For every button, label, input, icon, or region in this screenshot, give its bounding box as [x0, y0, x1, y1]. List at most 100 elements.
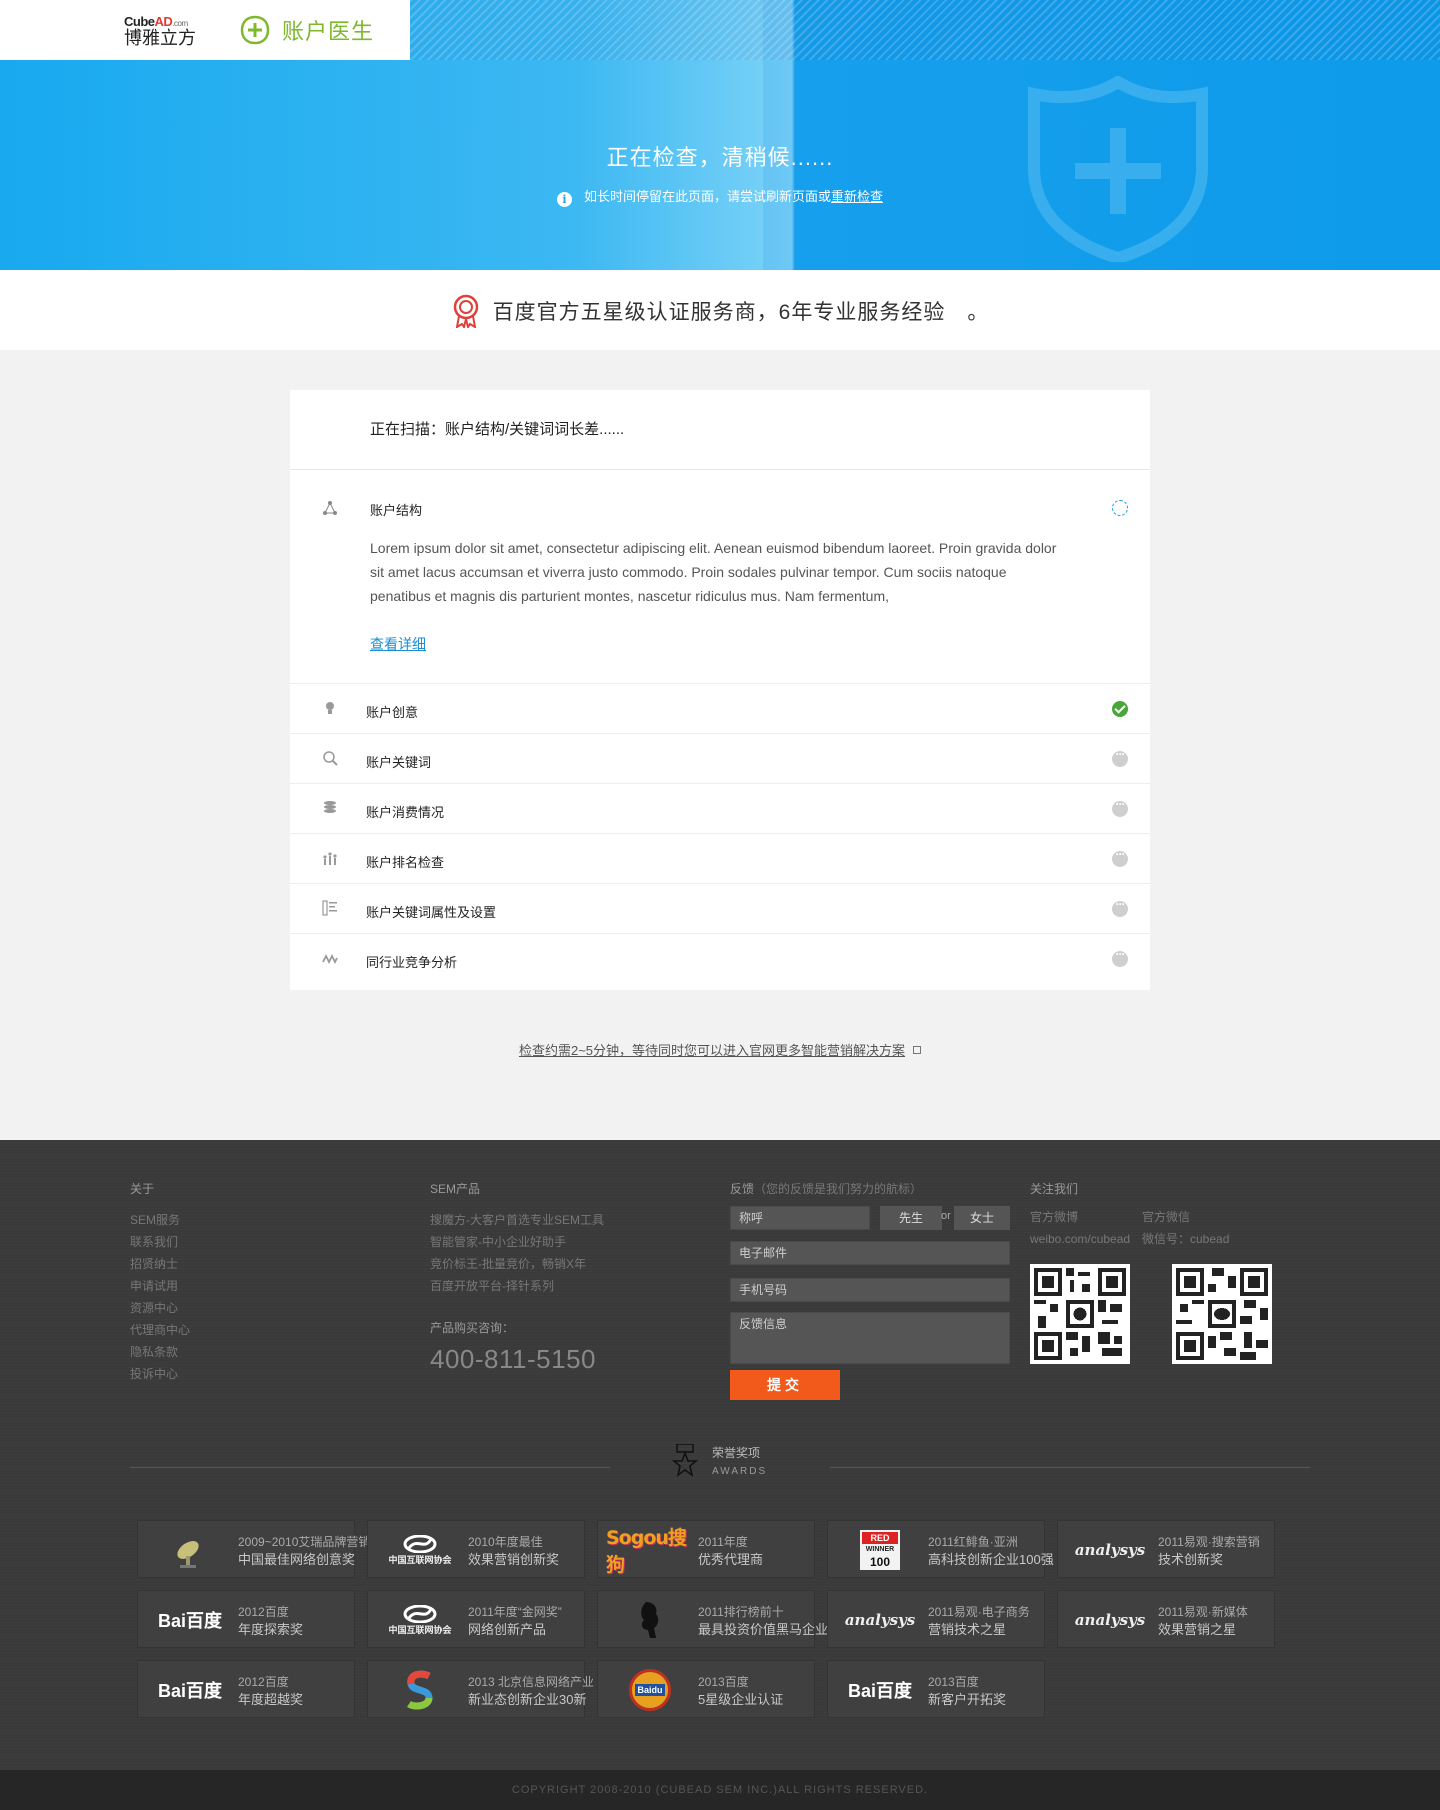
isc-logo: 中国互联网协会 [376, 1600, 464, 1640]
award-card: analysys 2011易观·新媒体 效果营销之星 [1057, 1590, 1275, 1648]
scan-item-expanded: 账户结构 Lorem ipsum dolor sit amet, consect… [290, 470, 1150, 684]
mr-button[interactable]: 先生 [880, 1206, 942, 1230]
scan-item[interactable]: 账户消费情况 [290, 784, 1150, 834]
award-card: Bai百度 2012百度 年度探索奖 [137, 1590, 355, 1648]
info-icon: i [556, 192, 572, 207]
scan-heading: 正在扫描：账户结构/关键词词长差...... [290, 390, 1150, 470]
wechat-value[interactable]: 微信号：cubead [1142, 1228, 1229, 1250]
award-card: 2011排行榜前十 最具投资价值黑马企业 [597, 1590, 828, 1648]
plus-circle-icon [240, 15, 270, 45]
feedback-form: 反馈（您的反馈是我们努力的航标） 称呼 先生 or 女士 电子邮件 手机号码 反… [730, 1180, 1010, 1420]
weibo-qr-code [1030, 1264, 1130, 1364]
wechat-qr-code [1172, 1264, 1272, 1364]
recheck-link[interactable]: 重新检查 [831, 189, 883, 204]
copyright: COPYRIGHT 2008-2010 (CUBEAD SEM INC.)ALL… [0, 1770, 1440, 1810]
analysys-logo: analysys [1074, 1541, 1146, 1559]
wait-hint: 检查约需2~5分钟，等待同时您可以进入官网更多智能营销解决方案 [0, 1040, 1440, 1059]
footer-link[interactable]: 申请试用 [130, 1275, 190, 1297]
hero-banner: CubeAD.com 博雅立方 账户医生 正在检查，清稍候...... i 如长时… [0, 0, 1440, 270]
brand-logo[interactable]: CubeAD.com 博雅立方 [124, 14, 202, 48]
scan-item[interactable]: 同行业竞争分析 [290, 934, 1150, 984]
award-card: 中国互联网协会 2011年度“金网奖” 网络创新产品 [367, 1590, 585, 1648]
footer-products: SEM产品 搜魔方-大客户首选专业SEM工具 智能管家-中小企业好助手 竞价标王… [430, 1182, 605, 1374]
award-card: 2013 北京信息网络产业 新业态创新企业30新 [367, 1660, 594, 1718]
name-field[interactable]: 称呼 [730, 1206, 870, 1230]
external-link-icon [913, 1046, 922, 1054]
award-card: Bai百度 2012百度 年度超越奖 [137, 1660, 355, 1718]
footer-link[interactable]: 招贤纳士 [130, 1253, 190, 1275]
footer-link[interactable]: 百度开放平台-择针系列 [430, 1275, 604, 1297]
footer-link[interactable]: 资源中心 [130, 1297, 190, 1319]
footer-link[interactable]: 智能管家-中小企业好助手 [430, 1231, 604, 1253]
dark-horse-logo [606, 1600, 694, 1640]
award-card: RED WINNER 100 2011红鲱鱼·亚洲 高科技创新企业100强 [827, 1520, 1054, 1578]
footer-link[interactable]: 搜魔方-大客户首选专业SEM工具 [430, 1209, 604, 1231]
award-card: Bai百度 2013百度 新客户开拓奖 [827, 1660, 1045, 1718]
footer-link[interactable]: 竞价标王-批量竞价，畅销X年 [430, 1253, 604, 1275]
baidu-logo: Bai百度 [157, 1611, 222, 1631]
certification-text: 百度官方五星级认证服务商，6年专业服务经验 。 [492, 301, 990, 324]
pending-icon [1112, 747, 1128, 767]
pending-icon [1112, 947, 1128, 967]
award-card: analysys 2011易观·搜索营销 技术创新奖 [1057, 1520, 1275, 1578]
baidu-logo: Bai百度 [847, 1681, 912, 1701]
analysys-logo: analysys [1074, 1611, 1146, 1629]
list-settings-icon [322, 900, 337, 916]
website-link[interactable]: 检查约需2~5分钟，等待同时您可以进入官网更多智能营销解决方案 [519, 1043, 905, 1058]
footer-link[interactable]: 隐私条款 [130, 1341, 190, 1363]
footer-follow: 关注我们 官方微博 weibo.com/cubead 官方微信 微信号：cube… [1030, 1180, 1280, 1400]
hotline-number: 400-811-5150 [430, 1344, 596, 1374]
coins-icon [324, 801, 336, 813]
award-card: 中国互联网协会 2010年度最佳 效果营销创新奖 [367, 1520, 585, 1578]
award-card: Baidu 2013百度 5星级企业认证 [597, 1660, 815, 1718]
scan-item-title: 账户结构 [370, 503, 423, 518]
footer-link[interactable]: 投诉中心 [130, 1363, 190, 1385]
logo-bar: CubeAD.com 博雅立方 账户医生 [0, 0, 410, 60]
scan-item[interactable]: 账户关键词 [290, 734, 1150, 784]
baidu-logo: Bai百度 [157, 1681, 222, 1701]
structure-icon [323, 501, 337, 515]
ranking-icon [323, 852, 337, 865]
pending-icon [1112, 797, 1128, 817]
header-stripes [410, 0, 1440, 60]
product-title: 账户医生 [240, 14, 374, 46]
weibo-label[interactable]: 官方微博 [1030, 1206, 1130, 1228]
loading-spinner-icon [1112, 500, 1128, 516]
scan-item[interactable]: 账户关键词属性及设置 [290, 884, 1150, 934]
analysys-logo: analysys [844, 1611, 916, 1629]
baidu-badge-logo: Baidu [606, 1669, 694, 1711]
award-card: Sogou搜狗 2011年度 优秀代理商 [597, 1520, 815, 1578]
keyword-search-icon [323, 751, 338, 766]
submit-button[interactable]: 提交 [730, 1370, 840, 1400]
email-field[interactable]: 电子邮件 [730, 1241, 1010, 1265]
star-icon [672, 1444, 698, 1477]
pending-icon [1112, 897, 1128, 917]
wechat-label[interactable]: 官方微信 [1142, 1206, 1229, 1228]
isc-logo: 中国互联网协会 [376, 1530, 464, 1570]
pending-icon [1112, 847, 1128, 867]
scan-item[interactable]: 账户创意 [290, 684, 1150, 734]
scan-panel: 正在扫描：账户结构/关键词词长差...... 账户结构 Lorem ipsum … [290, 390, 1150, 990]
certification-bar: 百度官方五星级认证服务商，6年专业服务经验 。 [0, 270, 1440, 350]
weibo-value[interactable]: weibo.com/cubead [1030, 1228, 1130, 1250]
message-field[interactable]: 反馈信息 [730, 1312, 1010, 1364]
footer-link[interactable]: SEM服务 [130, 1209, 190, 1231]
bulb-icon [326, 702, 334, 714]
medal-icon [453, 294, 478, 328]
view-detail-link[interactable]: 查看详细 [370, 634, 426, 654]
check-icon [1112, 701, 1128, 717]
red-herring-logo: RED WINNER 100 [836, 1530, 924, 1570]
award-card: 2009~2010艾瑞品牌营销奖 中国最佳网络创意奖 [137, 1520, 382, 1578]
phone-field[interactable]: 手机号码 [730, 1278, 1010, 1302]
award-card: analysys 2011易观·电子商务 营销技术之星 [827, 1590, 1045, 1648]
footer-about: 关于 SEM服务 联系我们 招贤纳士 申请试用 资源中心 代理商中心 隐私条款 … [130, 1180, 190, 1385]
scan-item-description: Lorem ipsum dolor sit amet, consectetur … [370, 540, 1057, 604]
hero-subtitle: i 如长时间停留在此页面，请尝试刷新页面或重新检查 [0, 186, 1440, 207]
sogou-logo: Sogou搜狗 [606, 1527, 687, 1576]
footer-link[interactable]: 联系我们 [130, 1231, 190, 1253]
ms-button[interactable]: 女士 [954, 1206, 1010, 1230]
footer-link[interactable]: 代理商中心 [130, 1319, 190, 1341]
competition-icon [322, 953, 338, 965]
hero-title: 正在检查，清稍候...... [606, 145, 834, 170]
scan-item[interactable]: 账户排名检查 [290, 834, 1150, 884]
